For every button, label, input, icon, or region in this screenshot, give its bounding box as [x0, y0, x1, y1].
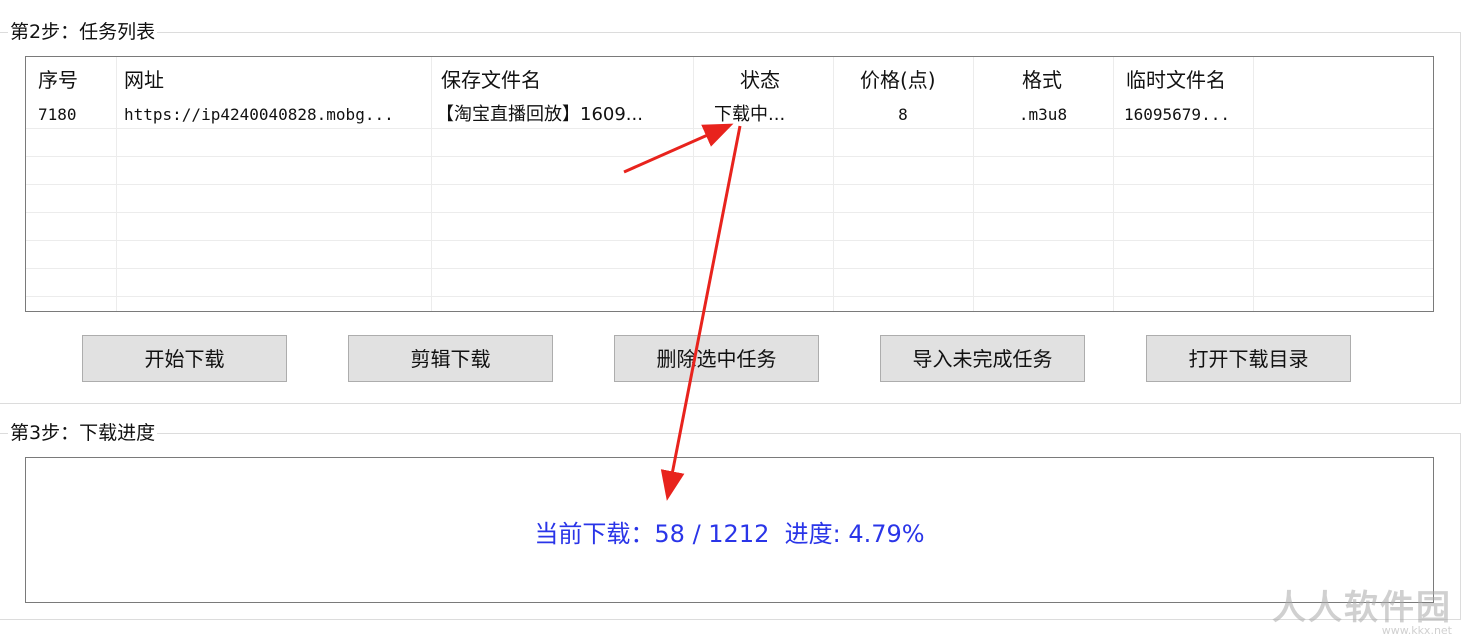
delete-selected-task-button[interactable]: 删除选中任务	[614, 335, 819, 382]
task-list-group-title: 第2步：任务列表	[8, 20, 158, 44]
clip-download-button[interactable]: 剪辑下载	[348, 335, 553, 382]
row-divider	[26, 212, 1433, 213]
column-header-price[interactable]: 价格(点)	[860, 57, 936, 101]
row-divider	[26, 296, 1433, 297]
cell-save-name: 【淘宝直播回放】1609...	[436, 104, 643, 125]
row-divider	[26, 268, 1433, 269]
open-download-folder-button[interactable]: 打开下载目录	[1146, 335, 1351, 382]
column-header-index[interactable]: 序号	[38, 57, 78, 101]
import-unfinished-tasks-button[interactable]: 导入未完成任务	[880, 335, 1085, 382]
column-header-url[interactable]: 网址	[124, 57, 164, 101]
task-list-header: 序号 网址 保存文件名 状态 价格(点) 格式 临时文件名	[26, 57, 1433, 101]
cell-status: 下载中...	[714, 104, 786, 125]
cell-format: .m3u8	[1018, 105, 1068, 124]
task-list-view[interactable]: 序号 网址 保存文件名 状态 价格(点) 格式 临时文件名 7180 https…	[25, 56, 1434, 312]
column-header-save-name[interactable]: 保存文件名	[441, 57, 541, 101]
cell-index: 7180	[38, 105, 77, 124]
cell-temp-name: 16095679...	[1124, 105, 1230, 124]
column-header-status[interactable]: 状态	[740, 57, 780, 101]
row-divider	[26, 128, 1433, 129]
watermark-url: www.kkx.net	[1381, 624, 1452, 637]
start-download-button[interactable]: 开始下载	[82, 335, 287, 382]
column-header-temp-name[interactable]: 临时文件名	[1126, 57, 1226, 101]
row-divider	[26, 240, 1433, 241]
row-divider	[26, 184, 1433, 185]
column-header-format[interactable]: 格式	[1022, 57, 1062, 101]
row-divider	[26, 156, 1433, 157]
cell-url: https://ip4240040828.mobg...	[124, 105, 394, 124]
download-progress-text: 当前下载：58 / 1212 进度: 4.79%	[534, 520, 925, 548]
download-progress-group-title: 第3步：下载进度	[8, 421, 158, 445]
cell-price: 8	[898, 105, 908, 124]
download-progress-panel: 当前下载：58 / 1212 进度: 4.79%	[25, 457, 1434, 603]
